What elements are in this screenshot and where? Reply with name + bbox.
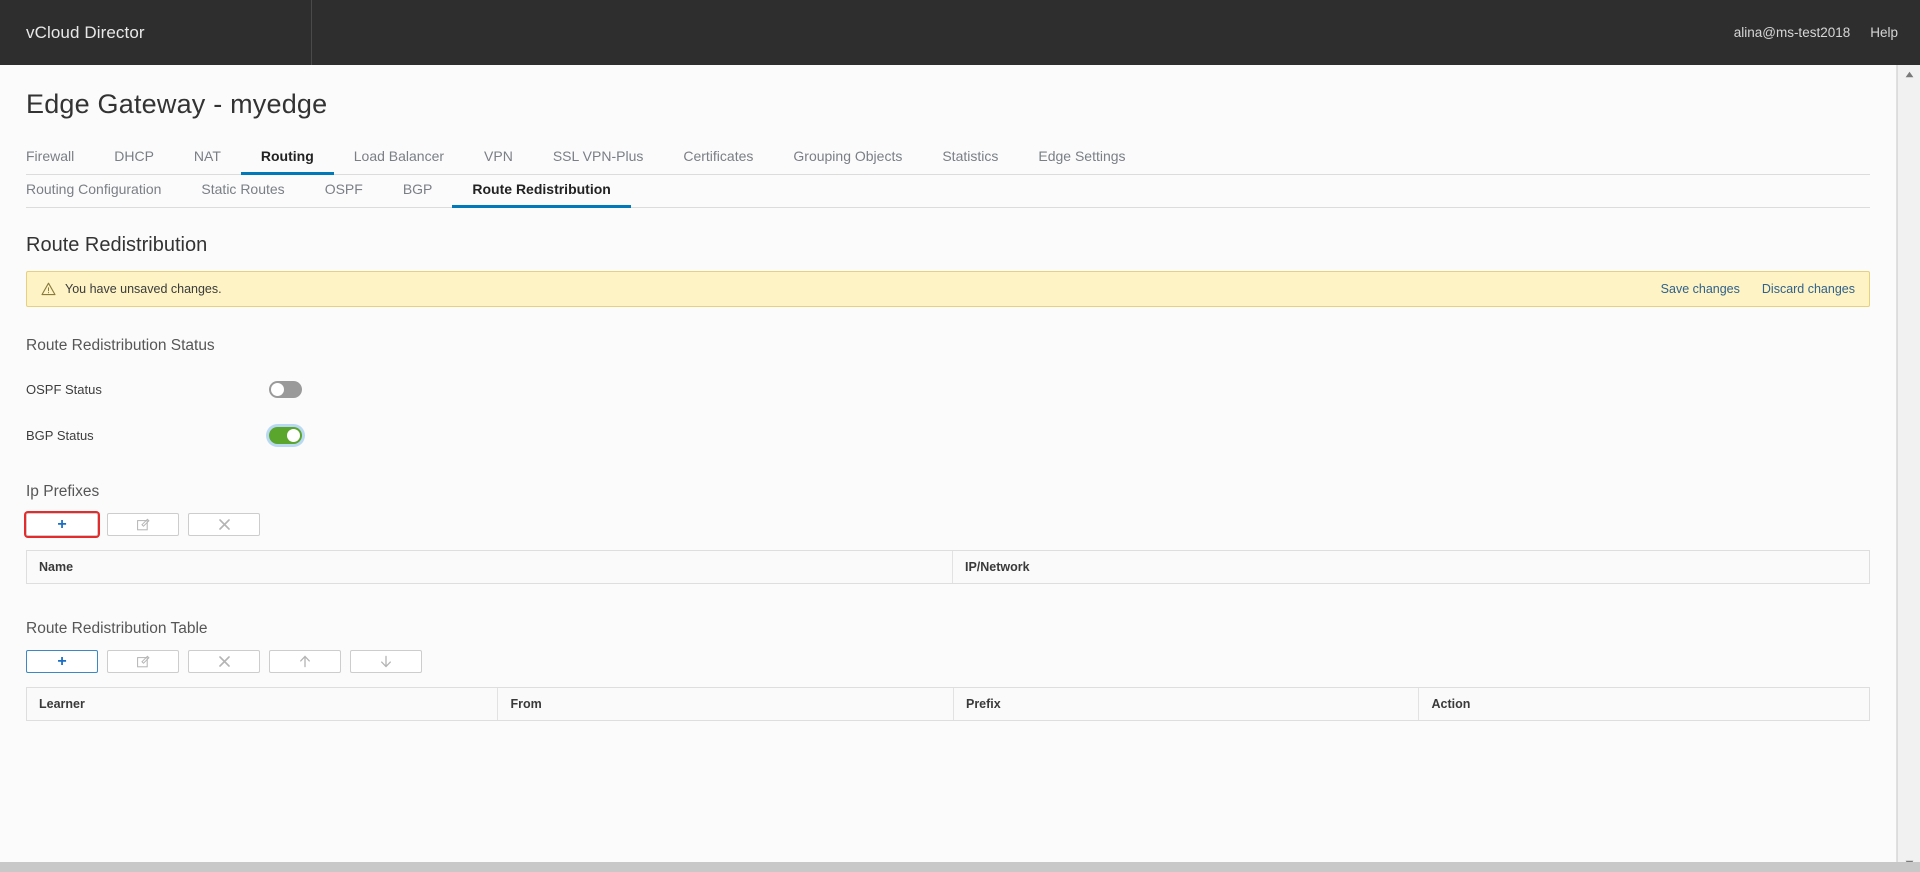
redistribution-table-toolbar: + xyxy=(26,650,1870,673)
tab-load-balancer[interactable]: Load Balancer xyxy=(334,142,464,174)
tab-vpn[interactable]: VPN xyxy=(464,142,533,174)
edit-icon xyxy=(136,655,150,668)
app-brand-title: vCloud Director xyxy=(26,22,145,42)
bgp-status-row: BGP Status xyxy=(26,423,1870,447)
delete-ip-prefix-button[interactable] xyxy=(188,513,260,536)
subtab-routing-configuration[interactable]: Routing Configuration xyxy=(26,175,181,207)
plus-icon: + xyxy=(57,652,67,670)
subtab-ospf[interactable]: OSPF xyxy=(305,175,383,207)
delete-rule-button[interactable] xyxy=(188,650,260,673)
plus-icon: + xyxy=(57,515,67,533)
page-scrollbar[interactable] xyxy=(1897,65,1920,872)
ip-prefixes-table-header: Name IP/Network xyxy=(27,551,1869,583)
tab-ssl-vpn-plus[interactable]: SSL VPN-Plus xyxy=(533,142,664,174)
column-header-from[interactable]: From xyxy=(498,688,954,720)
ospf-status-label: OSPF Status xyxy=(26,381,102,397)
page-title: Edge Gateway - myedge xyxy=(26,89,328,119)
tab-dhcp[interactable]: DHCP xyxy=(94,142,174,174)
column-header-prefix[interactable]: Prefix xyxy=(954,688,1420,720)
column-header-learner[interactable]: Learner xyxy=(27,688,499,720)
status-section-heading: Route Redistribution Status xyxy=(26,337,215,354)
alert-text: You have unsaved changes. xyxy=(65,282,222,296)
warning-triangle-icon xyxy=(41,282,56,296)
subtab-static-routes[interactable]: Static Routes xyxy=(181,175,304,207)
delete-icon xyxy=(218,519,230,530)
toggle-knob xyxy=(271,382,284,396)
add-rule-button[interactable]: + xyxy=(26,650,98,673)
ip-prefixes-toolbar: + xyxy=(26,513,1870,536)
ip-prefixes-heading: Ip Prefixes xyxy=(26,483,100,500)
tab-certificates[interactable]: Certificates xyxy=(663,142,773,174)
header-right-group: alina@ms-test2018 Help xyxy=(1734,25,1920,40)
bgp-status-toggle[interactable] xyxy=(269,426,302,444)
section-title: Route Redistribution xyxy=(26,234,208,256)
tab-statistics[interactable]: Statistics xyxy=(922,142,1018,174)
alert-message-group: You have unsaved changes. xyxy=(41,282,222,296)
delete-icon xyxy=(218,656,230,667)
discard-changes-link[interactable]: Discard changes xyxy=(1762,282,1855,296)
scrollbar-track[interactable] xyxy=(1898,83,1920,854)
add-ip-prefix-button[interactable]: + xyxy=(26,513,98,536)
edit-rule-button[interactable] xyxy=(107,650,179,673)
arrow-down-icon xyxy=(381,655,391,668)
column-header-action[interactable]: Action xyxy=(1419,688,1869,720)
redistribution-table-heading: Route Redistribution Table xyxy=(26,620,208,637)
move-rule-up-button[interactable] xyxy=(269,650,341,673)
move-rule-down-button[interactable] xyxy=(350,650,422,673)
brand-zone: vCloud Director xyxy=(0,0,312,65)
tab-grouping-objects[interactable]: Grouping Objects xyxy=(773,142,922,174)
tab-firewall[interactable]: Firewall xyxy=(26,142,94,174)
redistribution-table: Learner From Prefix Action xyxy=(26,687,1870,721)
alert-action-group: Save changes Discard changes xyxy=(1661,282,1855,296)
app-root: vCloud Director alina@ms-test2018 Help E… xyxy=(0,0,1920,872)
main-content-panel: Edge Gateway - myedge Firewall DHCP NAT Rou… xyxy=(0,65,1897,872)
tab-nat[interactable]: NAT xyxy=(174,142,241,174)
bgp-status-label: BGP Status xyxy=(26,427,94,443)
arrow-up-icon xyxy=(300,655,310,668)
primary-tab-bar: Firewall DHCP NAT Routing Load Balancer VPN SS… xyxy=(26,142,1870,175)
secondary-tab-bar: Routing Configuration Static Routes OSPF BG… xyxy=(26,175,1870,208)
edit-ip-prefix-button[interactable] xyxy=(107,513,179,536)
tab-routing[interactable]: Routing xyxy=(240,142,334,175)
help-link[interactable]: Help xyxy=(1870,25,1898,40)
unsaved-changes-alert: You have unsaved changes. Save changes D… xyxy=(26,271,1870,307)
column-header-ip-network[interactable]: IP/Network xyxy=(953,551,1869,583)
subtab-route-redistribution[interactable]: Route Redistribution xyxy=(452,175,632,208)
save-changes-link[interactable]: Save changes xyxy=(1661,282,1740,296)
ospf-status-row: OSPF Status xyxy=(26,377,1870,401)
ip-prefixes-table: Name IP/Network xyxy=(26,550,1870,584)
subtab-bgp[interactable]: BGP xyxy=(383,175,453,207)
scroll-up-arrow-icon[interactable] xyxy=(1898,65,1920,83)
column-header-name[interactable]: Name xyxy=(27,551,953,583)
ospf-status-toggle[interactable] xyxy=(269,380,302,398)
redistribution-table-header: Learner From Prefix Action xyxy=(27,688,1869,720)
top-header-bar: vCloud Director alina@ms-test2018 Help xyxy=(0,0,1920,65)
user-account-label[interactable]: alina@ms-test2018 xyxy=(1734,25,1851,40)
window-bottom-strip xyxy=(0,862,1920,872)
edit-icon xyxy=(136,518,150,531)
tab-edge-settings[interactable]: Edge Settings xyxy=(1018,142,1145,174)
toggle-knob xyxy=(287,428,300,442)
